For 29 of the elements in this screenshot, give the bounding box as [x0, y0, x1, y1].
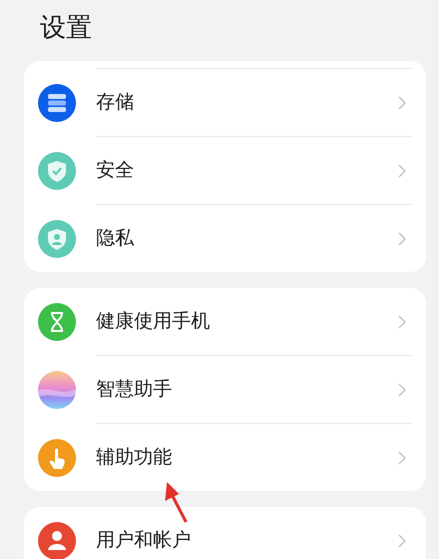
row-label: 安全 [96, 158, 135, 184]
settings-row[interactable]: 隐私 [38, 205, 412, 272]
chevron-icon [398, 450, 406, 464]
row-label: 健康使用手机 [96, 309, 211, 334]
shield-check-icon [38, 152, 76, 190]
settings-row[interactable]: 智慧助手 [38, 356, 412, 423]
chevron-icon [398, 314, 406, 328]
row-label: 隐私 [96, 226, 135, 252]
settings-row[interactable]: 辅助功能 [38, 424, 412, 491]
row-label: 智慧助手 [96, 377, 173, 402]
shield-person-icon [38, 220, 76, 258]
chevron-icon [398, 232, 406, 246]
settings-row[interactable]: 健康使用手机 [38, 288, 412, 355]
chevron-icon [398, 382, 406, 396]
annotation-arrow [162, 481, 190, 523]
row-label: 用户和帐户 [96, 528, 192, 554]
row-label: 存储 [96, 90, 135, 116]
chevron-icon [398, 534, 406, 548]
chevron-icon [398, 164, 406, 178]
hourglass-icon [38, 302, 76, 340]
row-label: 辅助功能 [96, 445, 173, 470]
hand-icon [38, 438, 76, 476]
storage-icon [38, 84, 76, 122]
chevron-icon [398, 96, 406, 110]
settings-row[interactable]: 存储 [38, 69, 412, 136]
settings-row[interactable]: 用户和帐户 [38, 507, 412, 559]
settings-row[interactable]: 安全 [38, 137, 412, 204]
gradient-orb-icon [38, 370, 76, 408]
page-title: 设置 [39, 12, 93, 45]
